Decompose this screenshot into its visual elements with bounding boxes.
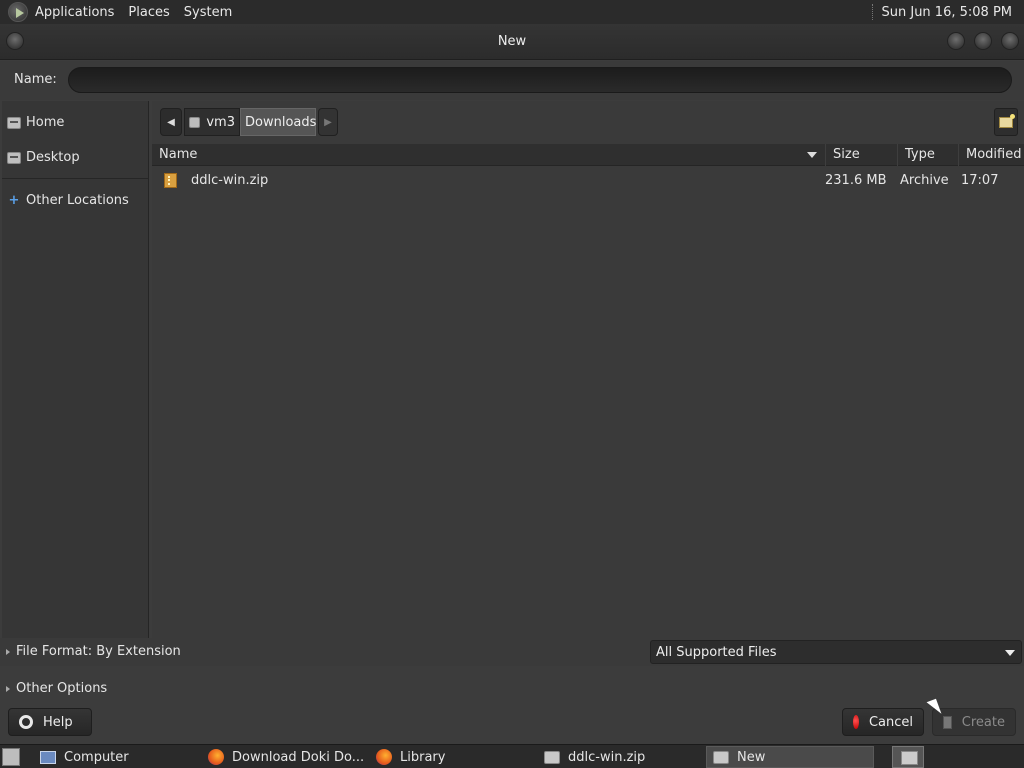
- file-filter-combo[interactable]: All Supported Files: [650, 640, 1022, 664]
- path-segment-label: Downloads: [245, 114, 317, 130]
- panel-separator: [871, 4, 874, 20]
- task-library[interactable]: Library: [370, 746, 534, 768]
- name-label: Name:: [14, 72, 57, 87]
- bottom-taskbar: Computer Download Doki Do... Library ddl…: [0, 744, 1024, 768]
- file-format-label: File Format: By Extension: [16, 644, 181, 659]
- file-chooser-dialog: New Name: Home Desktop + Other Locations…: [0, 24, 1024, 744]
- column-type-label: Type: [905, 147, 935, 162]
- archive-manager-icon: [713, 750, 729, 764]
- file-format-expander[interactable]: File Format: By Extension: [6, 644, 181, 659]
- new-folder-icon: [999, 113, 1015, 128]
- path-back-arrow-icon[interactable]: ◀: [160, 108, 182, 136]
- name-row: Name:: [0, 61, 1024, 100]
- home-folder-icon: [7, 116, 21, 129]
- name-input[interactable]: [68, 67, 1012, 93]
- show-desktop-icon[interactable]: [2, 748, 20, 766]
- create-button[interactable]: Create: [932, 708, 1016, 736]
- home-folder-icon: [189, 116, 201, 128]
- cancel-button-label: Cancel: [868, 714, 913, 730]
- dialog-button-row: Help Cancel Create: [0, 706, 1024, 740]
- window-menu-button[interactable]: [6, 32, 24, 50]
- sidebar-item-desktop[interactable]: Desktop: [2, 140, 148, 175]
- maximize-button[interactable]: [974, 32, 992, 50]
- task-label: Computer: [64, 749, 129, 765]
- path-forward-arrow-icon[interactable]: ▶: [318, 108, 338, 136]
- file-modified: 17:07: [961, 172, 999, 188]
- file-type: Archive: [900, 172, 949, 188]
- expander-arrow-icon: [6, 648, 10, 655]
- column-header-type[interactable]: Type: [898, 144, 959, 166]
- sort-descending-icon: [807, 152, 817, 158]
- task-computer[interactable]: Computer: [34, 746, 194, 768]
- path-segment-vm3[interactable]: vm3: [184, 108, 240, 136]
- sidebar-item-label: Home: [26, 115, 65, 130]
- column-header-modified[interactable]: Modified: [959, 144, 1024, 166]
- help-button[interactable]: Help: [8, 708, 92, 736]
- task-firefox-download[interactable]: Download Doki Do...: [202, 746, 366, 768]
- file-size: 231.6 MB: [825, 172, 887, 188]
- cancel-button[interactable]: Cancel: [842, 708, 924, 736]
- sidebar-item-label: Other Locations: [26, 193, 129, 208]
- system-menu[interactable]: System: [177, 0, 239, 24]
- help-button-label: Help: [43, 714, 73, 730]
- help-lifebuoy-icon: [19, 715, 33, 729]
- other-options-label: Other Options: [16, 681, 108, 696]
- task-new-dialog[interactable]: New: [706, 746, 874, 768]
- create-button-label: Create: [961, 714, 1005, 730]
- window-title: New: [497, 34, 527, 49]
- plus-icon: +: [8, 193, 20, 208]
- task-ddlc-win-zip[interactable]: ddlc-win.zip: [538, 746, 702, 768]
- path-bar: ◀ vm3 Downloads ▶: [152, 101, 1024, 143]
- sidebar-item-label: Desktop: [26, 150, 80, 165]
- sidebar-divider: [2, 178, 148, 179]
- panel-clock[interactable]: Sun Jun 16, 5:08 PM: [882, 5, 1024, 20]
- firefox-icon: [208, 749, 224, 765]
- other-options-expander[interactable]: Other Options: [6, 681, 107, 696]
- cancel-icon: [853, 715, 859, 729]
- minimize-button[interactable]: [947, 32, 965, 50]
- task-label: Download Doki Do...: [232, 749, 365, 765]
- workspace-switcher-icon[interactable]: [892, 746, 924, 768]
- path-segment-downloads[interactable]: Downloads: [240, 108, 316, 136]
- places-menu[interactable]: Places: [121, 0, 176, 24]
- top-panel: Applications Places System Sun Jun 16, 5…: [0, 0, 1024, 24]
- column-name-label: Name: [159, 147, 198, 162]
- create-folder-button[interactable]: [994, 108, 1018, 136]
- archive-manager-icon: [544, 750, 560, 764]
- file-format-row: File Format: By Extension All Supported …: [0, 638, 1024, 666]
- zip-archive-icon: [164, 172, 177, 188]
- file-filter-value: All Supported Files: [656, 644, 777, 660]
- task-label: Library: [400, 749, 446, 765]
- window-titlebar[interactable]: New: [0, 24, 1024, 60]
- file-row[interactable]: ddlc-win.zip 231.6 MB Archive 17:07: [152, 168, 1024, 192]
- path-segment-label: vm3: [206, 114, 235, 130]
- places-sidebar: Home Desktop + Other Locations: [2, 101, 149, 638]
- close-button[interactable]: [1001, 32, 1019, 50]
- expander-arrow-icon: [6, 685, 10, 692]
- sidebar-item-other-locations[interactable]: + Other Locations: [2, 183, 148, 218]
- file-browser: ◀ vm3 Downloads ▶ Name Size Type Modifie…: [152, 101, 1024, 638]
- mate-menu-logo-icon[interactable]: [8, 2, 28, 22]
- applications-menu[interactable]: Applications: [28, 0, 121, 24]
- desktop-folder-icon: [7, 151, 21, 164]
- file-name: ddlc-win.zip: [191, 172, 269, 188]
- firefox-icon: [376, 749, 392, 765]
- column-size-label: Size: [833, 147, 860, 162]
- column-header-size[interactable]: Size: [826, 144, 898, 166]
- computer-icon: [40, 750, 56, 764]
- dropdown-arrow-icon: [1005, 650, 1015, 656]
- column-modified-label: Modified: [966, 147, 1022, 162]
- create-document-icon: [943, 715, 952, 729]
- column-header-name[interactable]: Name: [152, 144, 826, 166]
- task-label: New: [737, 749, 766, 765]
- sidebar-item-home[interactable]: Home: [2, 105, 148, 140]
- task-label: ddlc-win.zip: [568, 749, 646, 765]
- file-list-header: Name Size Type Modified: [152, 144, 1024, 166]
